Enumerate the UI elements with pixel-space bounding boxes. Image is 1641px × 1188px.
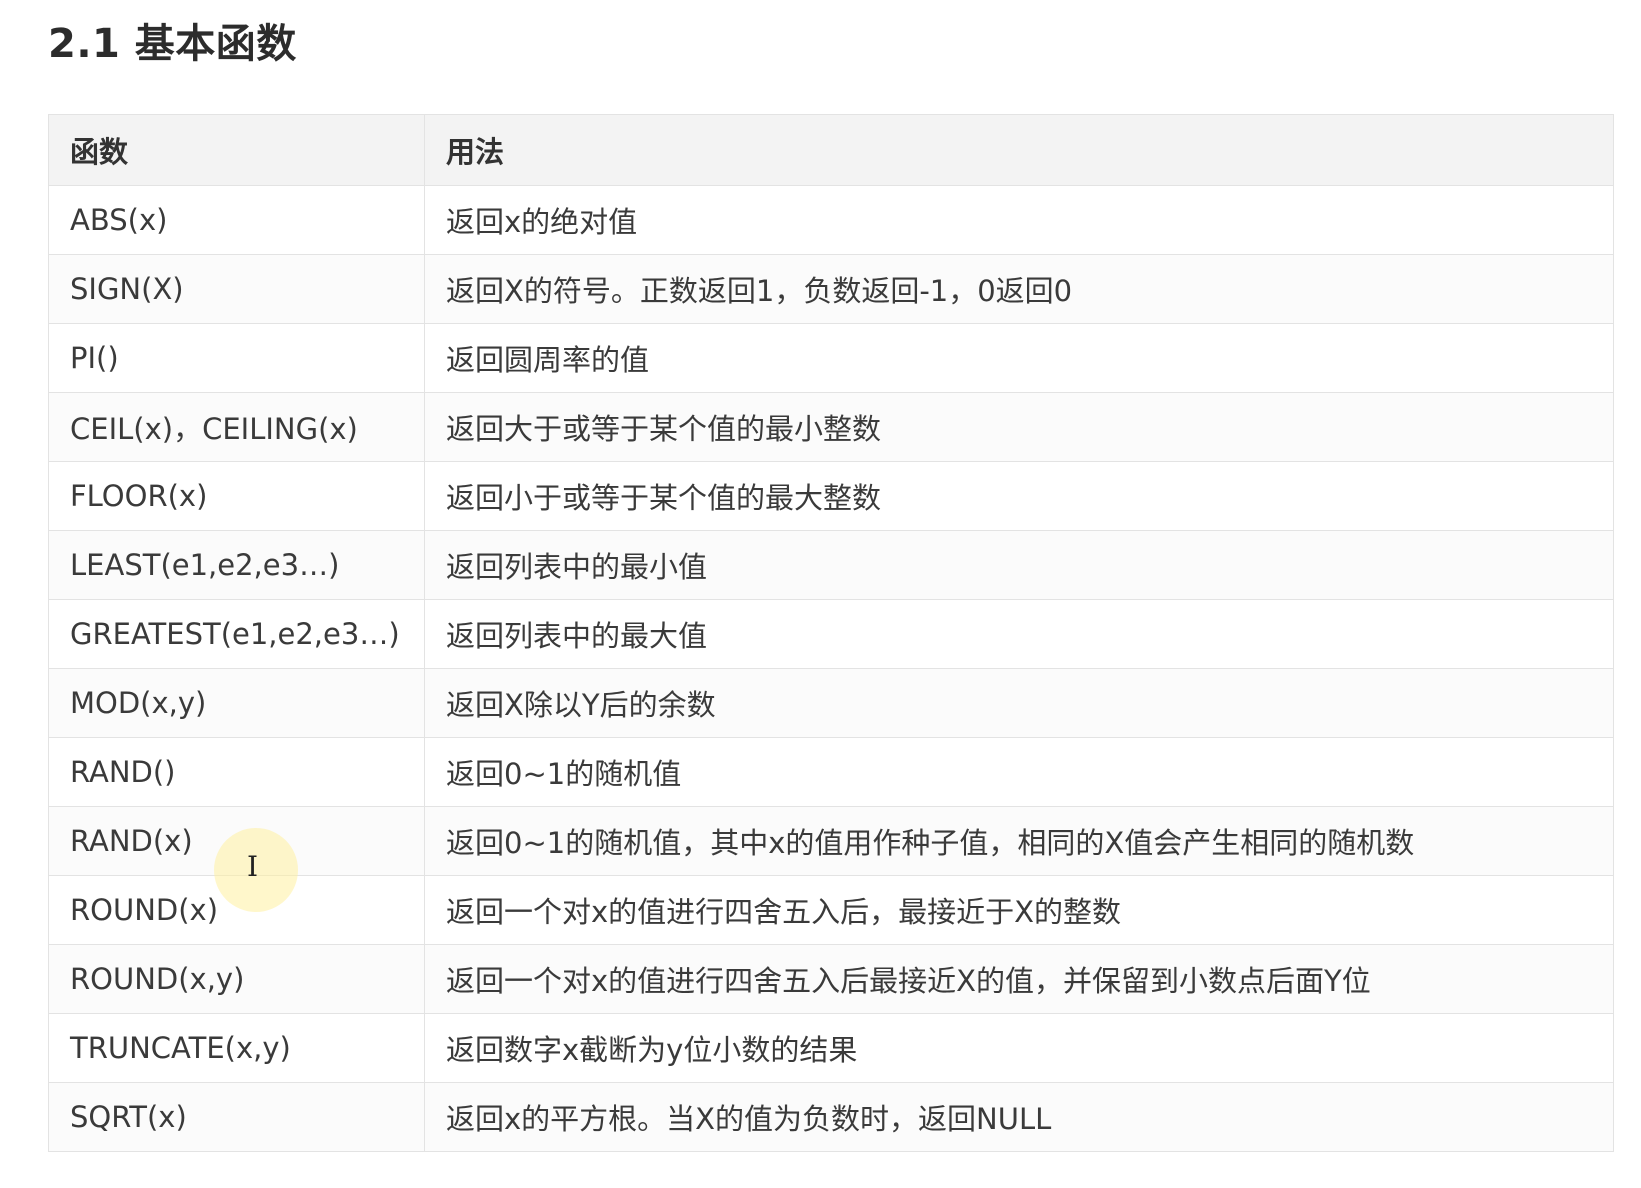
table-row: RAND(x) 返回0~1的随机值，其中x的值用作种子值，相同的X值会产生相同的…	[48, 806, 1614, 876]
table-row: MOD(x,y) 返回X除以Y后的余数	[48, 668, 1614, 738]
table-row: SIGN(X) 返回X的符号。正数返回1，负数返回-1，0返回0	[48, 254, 1614, 324]
table-row: ROUND(x,y) 返回一个对x的值进行四舍五入后最接近X的值，并保留到小数点…	[48, 944, 1614, 1014]
usage-cell: 返回列表中的最小值	[424, 530, 1614, 600]
usage-cell: 返回0~1的随机值，其中x的值用作种子值，相同的X值会产生相同的随机数	[424, 806, 1614, 876]
function-cell: ROUND(x)	[48, 875, 425, 945]
function-cell: PI()	[48, 323, 425, 393]
table-row: RAND() 返回0~1的随机值	[48, 737, 1614, 807]
table-row: GREATEST(e1,e2,e3…) 返回列表中的最大值	[48, 599, 1614, 669]
usage-cell: 返回x的绝对值	[424, 185, 1614, 255]
table-row: PI() 返回圆周率的值	[48, 323, 1614, 393]
usage-cell: 返回一个对x的值进行四舍五入后，最接近于X的整数	[424, 875, 1614, 945]
usage-cell: 返回小于或等于某个值的最大整数	[424, 461, 1614, 531]
function-cell: TRUNCATE(x,y)	[48, 1013, 425, 1083]
document-page: 2.1 基本函数 函数 用法 ABS(x) 返回x的绝对值 SIGN(X) 返回…	[0, 0, 1641, 1188]
math-functions-table: 函数 用法 ABS(x) 返回x的绝对值 SIGN(X) 返回X的符号。正数返回…	[48, 114, 1614, 1152]
function-cell: RAND()	[48, 737, 425, 807]
usage-cell: 返回0~1的随机值	[424, 737, 1614, 807]
function-cell: CEIL(x)，CEILING(x)	[48, 392, 425, 462]
section-title: 2.1 基本函数	[48, 21, 297, 67]
usage-cell: 返回x的平方根。当X的值为负数时，返回NULL	[424, 1082, 1614, 1152]
table-header-row: 函数 用法	[48, 114, 1614, 186]
table-row: CEIL(x)，CEILING(x) 返回大于或等于某个值的最小整数	[48, 392, 1614, 462]
function-cell: RAND(x)	[48, 806, 425, 876]
column-header-function: 函数	[48, 114, 425, 186]
table-row: ROUND(x) 返回一个对x的值进行四舍五入后，最接近于X的整数	[48, 875, 1614, 945]
column-header-usage: 用法	[424, 114, 1614, 186]
table-row: SQRT(x) 返回x的平方根。当X的值为负数时，返回NULL	[48, 1082, 1614, 1152]
usage-cell: 返回数字x截断为y位小数的结果	[424, 1013, 1614, 1083]
usage-cell: 返回一个对x的值进行四舍五入后最接近X的值，并保留到小数点后面Y位	[424, 944, 1614, 1014]
usage-cell: 返回X的符号。正数返回1，负数返回-1，0返回0	[424, 254, 1614, 324]
usage-cell: 返回圆周率的值	[424, 323, 1614, 393]
usage-cell: 返回大于或等于某个值的最小整数	[424, 392, 1614, 462]
function-cell: LEAST(e1,e2,e3…)	[48, 530, 425, 600]
function-cell: MOD(x,y)	[48, 668, 425, 738]
table-row: ABS(x) 返回x的绝对值	[48, 185, 1614, 255]
function-cell: SIGN(X)	[48, 254, 425, 324]
function-cell: GREATEST(e1,e2,e3…)	[48, 599, 425, 669]
usage-cell: 返回列表中的最大值	[424, 599, 1614, 669]
function-cell: SQRT(x)	[48, 1082, 425, 1152]
usage-cell: 返回X除以Y后的余数	[424, 668, 1614, 738]
function-cell: FLOOR(x)	[48, 461, 425, 531]
table-row: TRUNCATE(x,y) 返回数字x截断为y位小数的结果	[48, 1013, 1614, 1083]
table-row: FLOOR(x) 返回小于或等于某个值的最大整数	[48, 461, 1614, 531]
function-cell: ROUND(x,y)	[48, 944, 425, 1014]
table-row: LEAST(e1,e2,e3…) 返回列表中的最小值	[48, 530, 1614, 600]
function-cell: ABS(x)	[48, 185, 425, 255]
